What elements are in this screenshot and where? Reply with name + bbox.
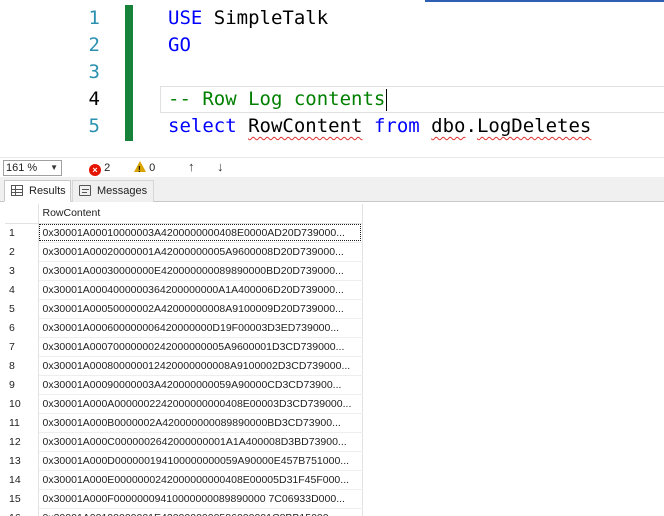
code-line-2[interactable]: GO [168, 32, 191, 59]
cell-rowcontent[interactable]: 0x30001A000C0000002642000000001A1A400008… [38, 432, 363, 452]
line-number: 5 [88, 115, 100, 137]
cell-rowcontent[interactable]: 0x30001A00010000003A4200000000408E0000AD… [38, 223, 363, 243]
line-number: 3 [88, 61, 100, 83]
cell-rowcontent[interactable]: 0x30001A000F00000009410000000089890000 7… [38, 489, 363, 509]
warning-count: 0 [149, 162, 156, 174]
row-number[interactable]: 8 [5, 356, 39, 375]
column-header-rowcontent[interactable]: RowContent [38, 204, 363, 224]
cell-rowcontent[interactable]: 0x30001A00100000001E4200000000586000001C… [38, 508, 363, 516]
column-name: RowContent [248, 115, 363, 137]
cell-rowcontent[interactable]: 0x30001A00070000000242000000005A9600001D… [38, 337, 363, 357]
cell-rowcontent[interactable]: 0x30001A000600000006420000000D19F00003D3… [38, 318, 363, 338]
code-line-4[interactable]: -- Row Log contents [168, 86, 388, 113]
results-tab-bar: Results Messages [0, 177, 664, 202]
table-row[interactable]: 8 0x30001A000800000012420000000008A910000… [5, 356, 363, 376]
table-row[interactable]: 12 0x30001A000C0000002642000000001A1A4000… [5, 432, 363, 452]
row-number-header[interactable] [5, 204, 39, 224]
row-number[interactable]: 14 [5, 470, 39, 489]
table-row[interactable]: 15 0x30001A000F00000009410000000089890000… [5, 489, 363, 509]
keyword-use: USE [168, 7, 203, 29]
tab-accent-line [425, 0, 664, 2]
row-number[interactable]: 15 [5, 489, 39, 508]
arrow-up-icon[interactable]: ↑ [188, 160, 195, 174]
row-number[interactable]: 1 [5, 223, 39, 242]
table-row[interactable]: 9 0x30001A00090000003A420000000059A90000C… [5, 375, 363, 395]
warning-indicator[interactable]: ! 0 [134, 161, 155, 175]
cell-rowcontent[interactable]: 0x30001A0004000000364200000000A1A400006D… [38, 280, 363, 300]
code-line-5[interactable]: select RowContent from dbo.LogDeletes [168, 113, 591, 140]
messages-icon [79, 185, 91, 196]
table-row[interactable]: 5 0x30001A00050000002A42000000008A9100009… [5, 299, 363, 319]
table-row[interactable]: 1 0x30001A00010000003A4200000000408E0000A… [5, 223, 363, 243]
keyword-go: GO [168, 34, 191, 56]
results-grid[interactable]: RowContent 1 0x30001A00010000003A42000000… [0, 202, 664, 516]
cell-rowcontent[interactable]: 0x30001A000B0000002A420000000089890000BD… [38, 413, 363, 433]
table-row[interactable]: 13 0x30001A000D000000194100000000059A9000… [5, 451, 363, 471]
cell-rowcontent[interactable]: 0x30001A00020000001A42000000005A9600008D… [38, 242, 363, 262]
row-number[interactable]: 12 [5, 432, 39, 451]
change-tracking-bar [125, 5, 133, 141]
table-row[interactable]: 14 0x30001A000E0000000242000000000408E000… [5, 470, 363, 490]
row-number[interactable]: 11 [5, 413, 39, 432]
cell-rowcontent[interactable]: 0x30001A000800000012420000000008A9100002… [38, 356, 363, 376]
keyword-select: select [168, 115, 237, 137]
error-icon: × [89, 164, 101, 176]
code-line-1[interactable]: USE SimpleTalk [168, 5, 328, 32]
zoom-value: 161 % [6, 162, 38, 174]
line-number: 2 [88, 34, 100, 56]
table-row[interactable]: 6 0x30001A000600000006420000000D19F00003D… [5, 318, 363, 338]
database-name: SimpleTalk [202, 7, 329, 29]
row-number[interactable]: 3 [5, 261, 39, 280]
line-number-current: 4 [88, 88, 100, 110]
schema-name: dbo [431, 115, 466, 137]
cell-rowcontent[interactable]: 0x30001A000D000000194100000000059A90000E… [38, 451, 363, 471]
cell-rowcontent[interactable]: 0x30001A00090000003A420000000059A90000CD… [38, 375, 363, 395]
tab-results[interactable]: Results [4, 180, 71, 202]
row-number[interactable]: 2 [5, 242, 39, 261]
row-number[interactable]: 10 [5, 394, 39, 413]
table-row[interactable]: 10 0x30001A000A0000002242000000000408E000… [5, 394, 363, 414]
comment: -- Row Log contents [168, 88, 386, 110]
table-row[interactable]: 160x30001A00100000001E420000000058600000… [5, 508, 363, 516]
row-number[interactable]: 4 [5, 280, 39, 299]
table-row[interactable]: 11 0x30001A000B0000002A420000000089890000… [5, 413, 363, 433]
tab-messages-label: Messages [97, 185, 148, 197]
warning-icon: ! [134, 161, 146, 174]
cell-rowcontent[interactable]: 0x30001A00030000000E420000000089890000BD… [38, 261, 363, 281]
arrow-down-icon[interactable]: ↓ [217, 160, 224, 174]
tab-results-label: Results [29, 185, 66, 197]
dot: . [465, 115, 477, 137]
row-number[interactable]: 9 [5, 375, 39, 394]
tab-messages[interactable]: Messages [72, 180, 154, 202]
table-row[interactable]: 4 0x30001A0004000000364200000000A1A400006… [5, 280, 363, 300]
row-number[interactable]: 6 [5, 318, 39, 337]
chevron-down-icon: ▼ [50, 163, 58, 172]
error-indicator[interactable]: × 2 [89, 161, 110, 176]
row-number[interactable]: 13 [5, 451, 39, 470]
error-count: 2 [104, 162, 111, 174]
table-row[interactable]: 7 0x30001A00070000000242000000005A9600001… [5, 337, 363, 357]
table-name: LogDeletes [476, 115, 592, 137]
row-number[interactable]: 7 [5, 337, 39, 356]
grid-icon [11, 185, 23, 196]
cell-rowcontent[interactable]: 0x30001A000A0000002242000000000408E00003… [38, 394, 363, 414]
row-number[interactable]: 16 [5, 508, 39, 516]
editor-status-bar: 161 % ▼ × 2 ! 0 ↑ ↓ [0, 157, 664, 177]
zoom-select[interactable]: 161 % ▼ [3, 160, 62, 176]
keyword-from: from [373, 115, 420, 137]
table-row[interactable]: 3 0x30001A00030000000E420000000089890000B… [5, 261, 363, 281]
query-editor[interactable]: 1 2 3 4 5 USE SimpleTalk GO -- Row Log c… [0, 3, 664, 157]
results-table: RowContent 1 0x30001A00010000003A42000000… [5, 204, 363, 516]
table-row[interactable]: 2 0x30001A00020000001A42000000005A9600008… [5, 242, 363, 262]
row-number[interactable]: 5 [5, 299, 39, 318]
text-caret [386, 88, 388, 111]
cell-rowcontent[interactable]: 0x30001A000E0000000242000000000408E00005… [38, 470, 363, 490]
cell-rowcontent[interactable]: 0x30001A00050000002A42000000008A9100009D… [38, 299, 363, 319]
line-number: 1 [88, 7, 100, 29]
